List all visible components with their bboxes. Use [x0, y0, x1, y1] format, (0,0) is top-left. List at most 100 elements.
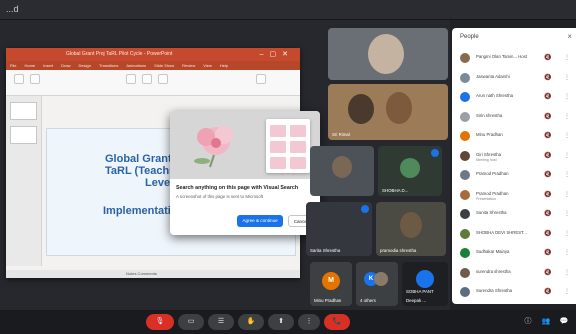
- participant-name: Sudhakar Mainya: [476, 249, 510, 254]
- more-options-icon[interactable]: ⋮: [564, 93, 570, 100]
- participant-tile[interactable]: SHOBHA D...: [378, 146, 442, 196]
- menu-item[interactable]: Slide Show: [154, 61, 174, 70]
- more-options-icon[interactable]: ⋮: [564, 54, 570, 61]
- participant-row[interactable]: Pangmi Olan Tamin... Host 🔇 ⋮: [458, 50, 574, 68]
- participant-name: Pangmi Olan Tamin... Host: [476, 54, 528, 59]
- menu-item[interactable]: Design: [78, 61, 90, 70]
- participant-role: Presentation: [476, 196, 497, 201]
- menu-item[interactable]: Insert: [43, 61, 53, 70]
- more-options-icon[interactable]: ⋮: [564, 113, 570, 120]
- menu-item[interactable]: Transitions: [99, 61, 118, 70]
- speaking-icon: [431, 149, 439, 157]
- shape-icon[interactable]: [126, 74, 136, 84]
- arrange-icon[interactable]: [142, 74, 152, 84]
- find-icon[interactable]: [256, 74, 266, 84]
- participant-avatar: [460, 170, 470, 180]
- participant-video: [348, 94, 374, 124]
- participant-name: surendra shrestha: [476, 268, 511, 274]
- window-controls[interactable]: –▢✕: [260, 48, 294, 61]
- more-options-icon[interactable]: ⋮: [564, 171, 570, 178]
- styles-icon[interactable]: [158, 74, 168, 84]
- slide-thumbnail[interactable]: [10, 102, 37, 120]
- present-button[interactable]: ⬆: [268, 314, 294, 330]
- participant-name: 4 others: [360, 298, 376, 303]
- participant-row[interactable]: Sudhakar Mainya 🔇 ⋮: [458, 245, 574, 263]
- participant-row[interactable]: Surendra Shrestha 🔇 ⋮: [458, 284, 574, 302]
- participant-row[interactable]: Giri Shrestha Meeting host 🔇 ⋮: [458, 148, 574, 166]
- ppt-title-bar: Global Grant Proj TaRL Pilot Cycle - Pow…: [6, 48, 300, 61]
- menu-item[interactable]: Home: [24, 61, 35, 70]
- participant-name: SOBHA PANT: [406, 289, 434, 294]
- menu-item[interactable]: View: [203, 61, 212, 70]
- participant-tile[interactable]: M Minu Pradhan: [310, 262, 352, 306]
- participant-tile[interactable]: Sri Rimal: [328, 84, 448, 140]
- close-icon[interactable]: ×: [567, 32, 572, 41]
- chat-icon[interactable]: 💬: [556, 314, 572, 330]
- more-options-icon[interactable]: ⋮: [564, 288, 570, 295]
- participant-avatar: [460, 53, 470, 63]
- more-options-icon[interactable]: ⋮: [564, 191, 570, 198]
- participant-row[interactable]: Sunita Shrestha 🔇 ⋮: [458, 206, 574, 224]
- captions-button[interactable]: ☰: [208, 314, 234, 330]
- participant-row[interactable]: Pramod Pradhan 🔇 ⋮: [458, 167, 574, 185]
- info-icon[interactable]: ⓘ: [520, 314, 536, 330]
- participant-row[interactable]: Sirin shrestha 🔇 ⋮: [458, 109, 574, 127]
- participant-row[interactable]: Jaswanta Adarshi 🔇 ⋮: [458, 70, 574, 88]
- paste-icon[interactable]: [14, 74, 24, 84]
- participant-video: [400, 158, 420, 178]
- participant-tile[interactable]: [328, 28, 448, 80]
- participant-name: Minu Pradhan: [476, 132, 503, 137]
- participant-tile[interactable]: [310, 146, 374, 196]
- participant-tile[interactable]: pramodia shrestha: [376, 202, 446, 256]
- participant-avatar: [460, 287, 470, 297]
- participant-avatar: [460, 131, 470, 141]
- menu-item[interactable]: Review: [182, 61, 195, 70]
- mic-button[interactable]: 🎙: [146, 314, 174, 330]
- participant-video: [368, 34, 404, 74]
- participant-tile[interactable]: K 4 others: [356, 262, 398, 306]
- participant-row[interactable]: Pramod Pradhan Presentation 🔇 ⋮: [458, 187, 574, 205]
- participant-avatar: [460, 267, 470, 278]
- menu-item[interactable]: Draw: [61, 61, 70, 70]
- participant-row[interactable]: Minu Pradhan 🔇 ⋮: [458, 128, 574, 146]
- mic-off-icon: 🔇: [544, 152, 552, 159]
- participant-avatar: [460, 111, 470, 122]
- participant-name: SHOBHA D...: [382, 188, 409, 193]
- participant-avatar: [416, 270, 434, 288]
- participant-avatar: [460, 209, 470, 219]
- more-options-icon[interactable]: ⋮: [564, 74, 570, 81]
- people-icon[interactable]: 👥: [538, 314, 554, 330]
- participant-tile[interactable]: SOBHA PANT Deepak ...: [402, 262, 448, 306]
- mic-off-icon: 🔇: [544, 133, 552, 139]
- mic-off-icon: 🔇: [544, 250, 552, 256]
- more-options-icon[interactable]: ⋮: [564, 230, 570, 237]
- more-options-icon[interactable]: ⋮: [564, 269, 570, 276]
- more-options-icon[interactable]: ⋮: [564, 210, 570, 217]
- slide-thumbnail[interactable]: [10, 126, 37, 144]
- participant-name: pramodia shrestha: [380, 248, 417, 253]
- more-options-button[interactable]: ⋮: [298, 314, 320, 330]
- agree-continue-button[interactable]: Agree & continue: [237, 215, 283, 227]
- more-options-icon[interactable]: ⋮: [564, 152, 570, 159]
- participant-name: Pramod Pradhan: [476, 190, 509, 196]
- participant-avatar: [460, 92, 470, 102]
- more-options-icon[interactable]: ⋮: [564, 249, 570, 256]
- participant-video: [332, 156, 352, 178]
- camera-button[interactable]: ▭: [178, 314, 204, 330]
- menu-item[interactable]: Animations: [126, 61, 146, 70]
- participant-video: [400, 212, 422, 238]
- menu-item[interactable]: Help: [220, 61, 228, 70]
- participant-row[interactable]: Arun nath Shrestha 🔇 ⋮: [458, 89, 574, 107]
- mic-off-icon: 🔇: [544, 269, 552, 276]
- raise-hand-button[interactable]: ✋: [238, 314, 264, 330]
- participant-tile[interactable]: Sarita Shrestha: [306, 202, 372, 256]
- menu-item[interactable]: File: [10, 61, 16, 70]
- participant-row[interactable]: surendra shrestha 🔇 ⋮: [458, 265, 574, 283]
- leave-call-button[interactable]: 📞: [324, 314, 350, 330]
- participant-video: [386, 92, 412, 124]
- participant-avatar: [460, 248, 470, 258]
- participant-row[interactable]: SHOBHA DEVI SHREST... 🔇 ⋮: [458, 226, 574, 244]
- more-options-icon[interactable]: ⋮: [564, 132, 570, 139]
- new-slide-icon[interactable]: [30, 74, 40, 84]
- participant-name: Sarita Shrestha: [310, 248, 341, 253]
